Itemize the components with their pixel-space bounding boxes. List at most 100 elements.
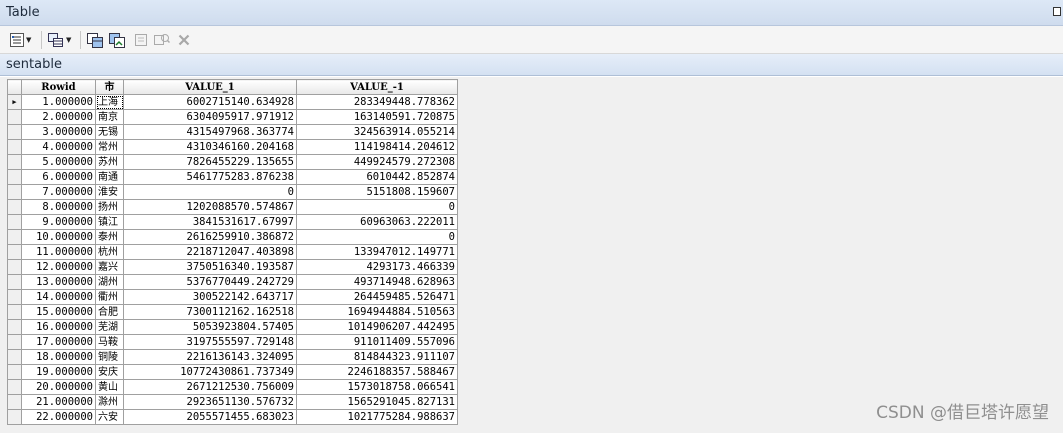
cell-value-1[interactable]: 5053923804.57405	[123, 319, 297, 335]
cell-city[interactable]: 黄山	[95, 379, 124, 395]
row-selector[interactable]	[7, 124, 22, 140]
cell-value-neg1[interactable]: 1565291045.827131	[296, 394, 458, 410]
cell-value-neg1[interactable]: 283349448.778362	[296, 94, 458, 110]
cell-rowid[interactable]: 19.000000	[21, 364, 96, 380]
cell-rowid[interactable]: 14.000000	[21, 289, 96, 305]
table-row[interactable]: 13.000000 湖州 5376770449.242729 493714948.62…	[7, 274, 458, 290]
cell-value-1[interactable]: 2216136143.324095	[123, 349, 297, 365]
cell-city[interactable]: 镇江	[95, 214, 124, 230]
zoom-to-selected-button[interactable]	[154, 32, 170, 48]
cell-city[interactable]: 滁州	[95, 394, 124, 410]
cell-value-neg1[interactable]: 1021775284.988637	[296, 409, 458, 425]
row-selector[interactable]	[7, 214, 22, 230]
cell-value-neg1[interactable]: 449924579.272308	[296, 154, 458, 170]
cell-value-1[interactable]: 2218712047.403898	[123, 244, 297, 260]
table-row[interactable]: 6.000000 南通 5461775283.876238 6010442.85287…	[7, 169, 458, 185]
cell-city[interactable]: 安庆	[95, 364, 124, 380]
cell-rowid[interactable]: 21.000000	[21, 394, 96, 410]
attribute-table[interactable]: Rowid 市 VALUE_1 VALUE_-1 ▶ 1.000000 上海 6002…	[7, 79, 458, 425]
row-selector[interactable]	[7, 304, 22, 320]
cell-rowid[interactable]: 12.000000	[21, 259, 96, 275]
cell-value-1[interactable]: 2671212530.756009	[123, 379, 297, 395]
table-row[interactable]: 5.000000 苏州 7826455229.135655 449924579.272…	[7, 154, 458, 170]
cell-value-neg1[interactable]: 133947012.149771	[296, 244, 458, 260]
row-selector[interactable]	[7, 259, 22, 275]
cell-city[interactable]: 南通	[95, 169, 124, 185]
row-selector[interactable]	[7, 199, 22, 215]
table-row[interactable]: 8.000000 扬州 1202088570.574867 0	[7, 199, 458, 215]
cell-value-neg1[interactable]: 2246188357.588467	[296, 364, 458, 380]
related-tables-button[interactable]: ▼	[48, 32, 71, 48]
table-row[interactable]: 19.000000 安庆 10772430861.737349 2246188357.…	[7, 364, 458, 380]
cell-rowid[interactable]: 11.000000	[21, 244, 96, 260]
cell-value-neg1[interactable]: 1694944884.510563	[296, 304, 458, 320]
table-options-button[interactable]: ▼	[10, 32, 31, 48]
column-header-value-1[interactable]: VALUE_1	[123, 79, 297, 95]
cell-city[interactable]: 湖州	[95, 274, 124, 290]
cell-value-neg1[interactable]: 493714948.628963	[296, 274, 458, 290]
cell-rowid[interactable]: 8.000000	[21, 199, 96, 215]
row-selector[interactable]	[7, 244, 22, 260]
table-row[interactable]: 9.000000 镇江 3841531617.67997 60963063.22201…	[7, 214, 458, 230]
row-selector[interactable]	[7, 409, 22, 425]
cell-city[interactable]: 嘉兴	[95, 259, 124, 275]
cell-value-neg1[interactable]: 163140591.720875	[296, 109, 458, 125]
cell-rowid[interactable]: 7.000000	[21, 184, 96, 200]
table-row[interactable]: 14.000000 衢州 300522142.643717 264459485.526…	[7, 289, 458, 305]
table-row[interactable]: 21.000000 滁州 2923651130.576732 1565291045.8…	[7, 394, 458, 410]
cell-value-neg1[interactable]: 114198414.204612	[296, 139, 458, 155]
cell-value-neg1[interactable]: 911011409.557096	[296, 334, 458, 350]
select-by-attributes-button[interactable]	[87, 32, 103, 48]
cell-value-1[interactable]: 300522142.643717	[123, 289, 297, 305]
table-row[interactable]: 10.000000 泰州 2616259910.386872 0	[7, 229, 458, 245]
cell-city[interactable]: 合肥	[95, 304, 124, 320]
table-row[interactable]: 12.000000 嘉兴 3750516340.193587 4293173.4663…	[7, 259, 458, 275]
cell-value-neg1[interactable]: 6010442.852874	[296, 169, 458, 185]
row-selector[interactable]	[7, 394, 22, 410]
cell-value-1[interactable]: 1202088570.574867	[123, 199, 297, 215]
row-selector[interactable]	[7, 139, 22, 155]
row-selector[interactable]: ▶	[7, 94, 22, 110]
cell-city[interactable]: 泰州	[95, 229, 124, 245]
cell-value-1[interactable]: 2055571455.683023	[123, 409, 297, 425]
column-header-rowid[interactable]: Rowid	[21, 79, 96, 95]
table-row[interactable]: 4.000000 常州 4310346160.204168 114198414.204…	[7, 139, 458, 155]
row-selector[interactable]	[7, 319, 22, 335]
cell-value-1[interactable]: 4310346160.204168	[123, 139, 297, 155]
row-selector[interactable]	[7, 154, 22, 170]
table-row[interactable]: 22.000000 六安 2055571455.683023 1021775284.9…	[7, 409, 458, 425]
cell-rowid[interactable]: 1.000000	[21, 94, 96, 110]
cell-rowid[interactable]: 16.000000	[21, 319, 96, 335]
cell-rowid[interactable]: 20.000000	[21, 379, 96, 395]
column-header-value-neg1[interactable]: VALUE_-1	[296, 79, 458, 95]
cell-value-1[interactable]: 7826455229.135655	[123, 154, 297, 170]
table-row[interactable]: 11.000000 杭州 2218712047.403898 133947012.14…	[7, 244, 458, 260]
cell-rowid[interactable]: 4.000000	[21, 139, 96, 155]
cell-value-1[interactable]: 7300112162.162518	[123, 304, 297, 320]
cell-value-neg1[interactable]: 264459485.526471	[296, 289, 458, 305]
table-row[interactable]: 18.000000 铜陵 2216136143.324095 814844323.91…	[7, 349, 458, 365]
attribute-table-area[interactable]: Rowid 市 VALUE_1 VALUE_-1 ▶ 1.000000 上海 6002…	[0, 76, 1063, 433]
table-row[interactable]: 17.000000 马鞍 3197555597.729148 911011409.55…	[7, 334, 458, 350]
cell-value-1[interactable]: 3197555597.729148	[123, 334, 297, 350]
cell-value-neg1[interactable]: 324563914.055214	[296, 124, 458, 140]
row-selector[interactable]	[7, 349, 22, 365]
cell-city[interactable]: 马鞍	[95, 334, 124, 350]
cell-rowid[interactable]: 2.000000	[21, 109, 96, 125]
cell-value-1[interactable]: 0	[123, 184, 297, 200]
cell-value-1[interactable]: 6002715140.634928	[123, 94, 297, 110]
delete-selected-button[interactable]	[178, 32, 190, 48]
cell-value-neg1[interactable]: 0	[296, 199, 458, 215]
row-selector[interactable]	[7, 379, 22, 395]
cell-city[interactable]: 六安	[95, 409, 124, 425]
cell-value-neg1[interactable]: 1573018758.066541	[296, 379, 458, 395]
cell-city[interactable]: 芜湖	[95, 319, 124, 335]
table-row[interactable]: 7.000000 淮安 0 5151808.159607	[7, 184, 458, 200]
select-all-corner[interactable]	[7, 79, 22, 95]
cell-value-1[interactable]: 2616259910.386872	[123, 229, 297, 245]
cell-rowid[interactable]: 6.000000	[21, 169, 96, 185]
cell-rowid[interactable]: 18.000000	[21, 349, 96, 365]
cell-city[interactable]: 南京	[95, 109, 124, 125]
cell-value-1[interactable]: 6304095917.971912	[123, 109, 297, 125]
cell-value-neg1[interactable]: 814844323.911107	[296, 349, 458, 365]
